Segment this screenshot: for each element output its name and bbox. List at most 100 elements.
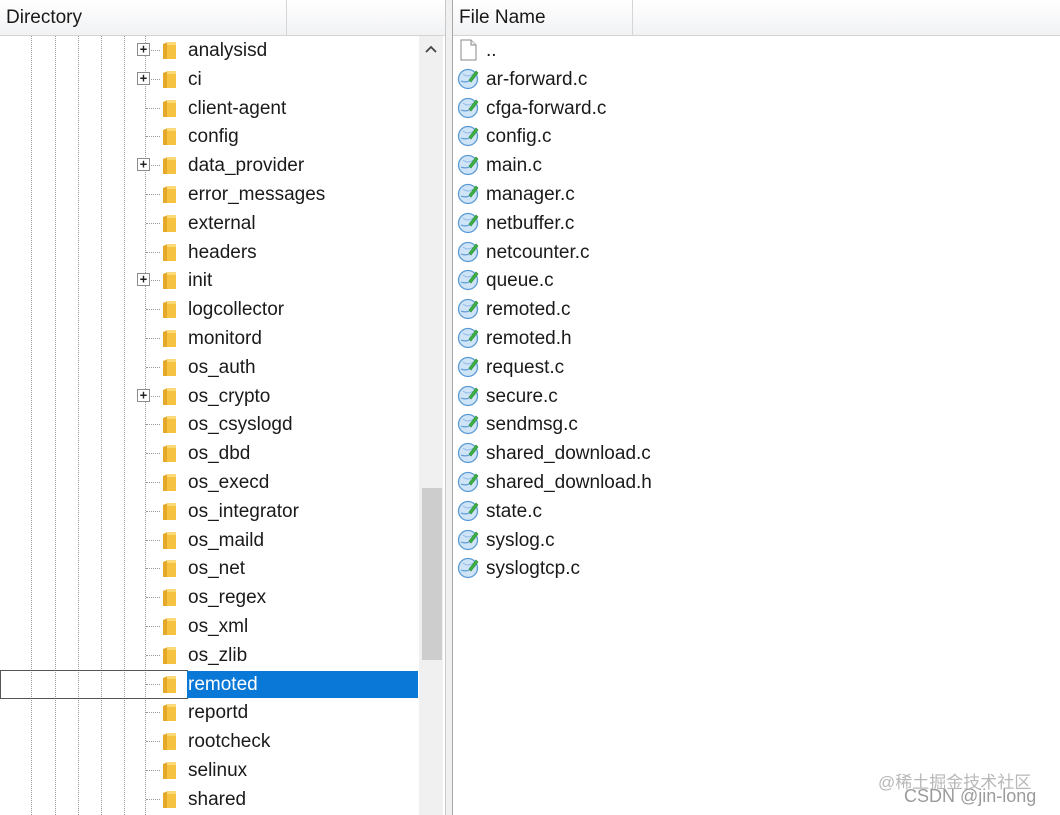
file-row[interactable]: remoted.c <box>453 295 1060 324</box>
c-source-file-icon <box>457 557 479 579</box>
tree-item[interactable]: monitord <box>0 324 419 353</box>
folder-icon <box>162 531 177 550</box>
directory-column-header[interactable]: Directory <box>0 0 287 36</box>
tree-item[interactable]: error_messages <box>0 180 419 209</box>
c-source-file-icon <box>457 385 479 407</box>
file-row[interactable]: config.c <box>453 122 1060 151</box>
expand-icon[interactable]: + <box>137 273 150 287</box>
tree-item-label: selinux <box>188 760 248 781</box>
tree-item[interactable]: os_csyslogd <box>0 410 419 439</box>
file-name: shared_download.c <box>486 443 651 465</box>
tree-branch-line <box>146 222 160 224</box>
expand-icon[interactable]: + <box>137 43 150 56</box>
pane-splitter[interactable] <box>445 0 453 815</box>
folder-icon <box>162 617 177 636</box>
file-row[interactable]: queue.c <box>453 266 1060 295</box>
tree-item-label: os_regex <box>188 587 267 609</box>
tree-item-label: analysisd <box>188 40 268 61</box>
folder-icon <box>162 41 177 60</box>
tree-branch-line <box>146 366 160 368</box>
tree-item[interactable]: os_integrator <box>0 497 419 526</box>
tree-item[interactable]: + data_provider <box>0 151 419 180</box>
tree-item[interactable]: + init <box>0 266 419 295</box>
file-name: queue.c <box>486 270 554 292</box>
file-name: .. <box>486 40 497 61</box>
tree-item[interactable]: os_xml <box>0 612 419 641</box>
tree-branch-line <box>146 136 160 138</box>
file-name: sendmsg.c <box>486 414 578 436</box>
tree-item[interactable]: os_regex <box>0 583 419 612</box>
tree-item-label: os_xml <box>188 616 249 637</box>
file-row[interactable]: state.c <box>453 497 1060 526</box>
directory-header: Directory <box>0 0 445 36</box>
tree-item[interactable]: os_net <box>0 554 419 583</box>
tree-item[interactable]: os_dbd <box>0 439 419 468</box>
directory-scrollbar[interactable] <box>419 36 443 815</box>
folder-icon <box>162 444 177 463</box>
file-row[interactable]: ar-forward.c <box>453 65 1060 94</box>
tree-branch-line <box>146 251 160 253</box>
file-row[interactable]: sendmsg.c <box>453 410 1060 439</box>
file-name-column-header[interactable]: File Name <box>453 0 633 36</box>
file-row[interactable]: main.c <box>453 151 1060 180</box>
file-name: syslog.c <box>486 529 555 551</box>
file-name: remoted.h <box>486 328 572 349</box>
file-row[interactable]: syslogtcp.c <box>453 554 1060 583</box>
tree-item-label: os_net <box>188 558 246 580</box>
file-name: ar-forward.c <box>486 68 588 90</box>
expand-icon[interactable]: + <box>137 158 150 172</box>
directory-header-empty <box>287 0 445 36</box>
tree-item[interactable]: external <box>0 209 419 238</box>
file-row[interactable]: netbuffer.c <box>453 209 1060 238</box>
tree-item[interactable]: config <box>0 122 419 151</box>
tree-item[interactable]: os_execd <box>0 468 419 497</box>
c-source-file-icon <box>457 298 479 320</box>
file-row[interactable]: cfga-forward.c <box>453 94 1060 123</box>
file-row[interactable]: netcounter.c <box>453 238 1060 267</box>
tree-item[interactable]: os_zlib <box>0 641 419 670</box>
tree-item[interactable]: logcollector <box>0 295 419 324</box>
tree-item[interactable]: + analysisd <box>0 36 419 65</box>
tree-item[interactable]: rootcheck <box>0 727 419 756</box>
file-row[interactable]: syslog.c <box>453 526 1060 555</box>
tree-item-label: remoted <box>187 670 418 698</box>
tree-item-label: os_maild <box>188 529 265 551</box>
file-row[interactable]: manager.c <box>453 180 1060 209</box>
tree-item[interactable]: selinux <box>0 756 419 785</box>
tree-item[interactable]: + ci <box>0 65 419 94</box>
tree-item[interactable]: shared <box>0 785 419 814</box>
tree-item[interactable]: os_auth <box>0 353 419 382</box>
file-row[interactable]: shared_download.c <box>453 439 1060 468</box>
folder-icon <box>162 358 177 377</box>
file-list[interactable]: .. ar-forward.c cfga-forward.c config.c main… <box>453 36 1060 815</box>
directory-tree[interactable]: + analysisd + ci client-agent config + data_pro… <box>0 36 419 815</box>
tree-item[interactable]: client-agent <box>0 94 419 123</box>
c-source-file-icon <box>457 442 479 464</box>
tree-item-label: os_auth <box>188 356 256 378</box>
c-source-file-icon <box>457 529 479 551</box>
tree-item[interactable]: headers <box>0 238 419 267</box>
tree-branch-line <box>146 712 160 714</box>
tree-item[interactable]: os_maild <box>0 526 419 555</box>
tree-item[interactable]: + os_crypto <box>0 382 419 411</box>
file-row[interactable]: remoted.h <box>453 324 1060 353</box>
file-row[interactable]: shared_download.h <box>453 468 1060 497</box>
folder-icon <box>162 790 177 809</box>
file-row[interactable]: request.c <box>453 353 1060 382</box>
tree-item-label: error_messages <box>188 184 326 205</box>
file-row[interactable]: secure.c <box>453 382 1060 411</box>
tree-branch-line <box>146 654 160 656</box>
tree-branch-line <box>146 568 160 570</box>
tree-item[interactable]: reportd <box>0 698 419 727</box>
tree-branch-line <box>146 309 160 311</box>
file-row[interactable]: .. <box>453 36 1060 65</box>
expand-icon[interactable]: + <box>137 388 150 402</box>
folder-icon <box>162 329 177 348</box>
file-name: cfga-forward.c <box>486 97 607 119</box>
c-source-file-icon <box>457 125 479 147</box>
tree-item-label: shared <box>188 788 247 810</box>
expand-icon[interactable]: + <box>137 71 150 85</box>
scroll-thumb[interactable] <box>422 488 442 660</box>
scroll-up-button[interactable] <box>419 36 443 62</box>
tree-item[interactable]: remoted <box>0 670 419 699</box>
